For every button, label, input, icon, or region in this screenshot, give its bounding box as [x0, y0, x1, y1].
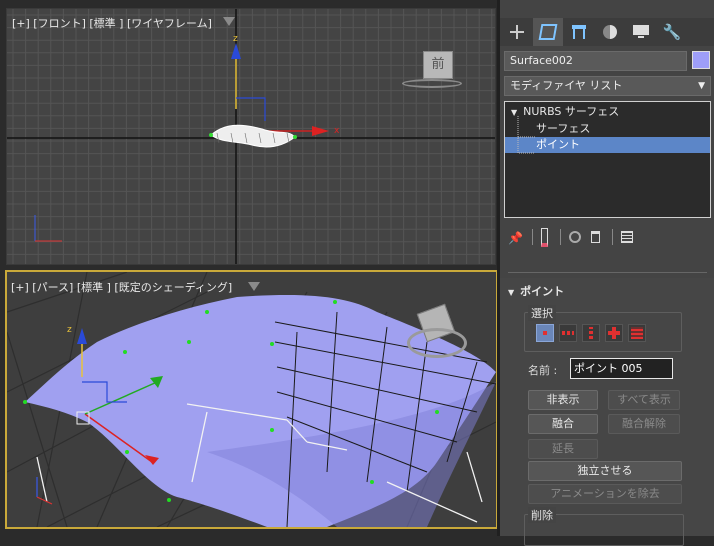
- collapse-triangle-icon: ▼: [508, 288, 515, 297]
- panel-resize-handle[interactable]: [508, 272, 707, 275]
- tripod-x: [36, 496, 53, 505]
- selection-group-label: 選択: [528, 305, 556, 321]
- remove-animation-button[interactable]: アニメーションを除去: [528, 484, 682, 504]
- control-point: [23, 400, 27, 404]
- point-name-field[interactable]: ポイント 005: [570, 358, 673, 379]
- make-independent-button[interactable]: 独立させる: [528, 461, 682, 481]
- command-panel-tabs: 🔧: [500, 18, 714, 46]
- tab-utilities[interactable]: 🔧: [657, 18, 687, 46]
- configure-sets-icon[interactable]: [621, 231, 633, 243]
- name-label: 名前 :: [528, 364, 558, 377]
- filter-icon[interactable]: [248, 282, 260, 291]
- tab-display[interactable]: [626, 18, 656, 46]
- plus-icon: [510, 25, 524, 39]
- gizmo-plane: [236, 97, 266, 121]
- control-point: [123, 350, 127, 354]
- point-grid-icon: [631, 327, 643, 339]
- wrench-icon: 🔧: [662, 23, 682, 41]
- unfuse-button[interactable]: 融合解除: [608, 414, 680, 434]
- stack-tree-lines: [517, 116, 535, 154]
- tab-create[interactable]: [502, 18, 532, 46]
- select-single-point-button[interactable]: [536, 324, 554, 342]
- control-point: [270, 428, 274, 432]
- select-row-column-button[interactable]: [605, 324, 623, 342]
- hierarchy-icon: [572, 25, 586, 39]
- tab-modify[interactable]: [533, 18, 563, 46]
- unhide-all-button[interactable]: すべて表示: [608, 390, 680, 410]
- extend-button[interactable]: 延長: [528, 439, 598, 459]
- viewcube[interactable]: [405, 303, 471, 360]
- control-point: [167, 498, 171, 502]
- motion-icon: [603, 25, 617, 39]
- modify-icon: [538, 24, 558, 40]
- gizmo-x-arrow: [312, 126, 329, 136]
- modifier-list-dropdown[interactable]: モディファイヤ リスト ▼: [504, 76, 711, 96]
- show-end-result-icon[interactable]: [541, 227, 548, 247]
- viewcube[interactable]: 前: [397, 49, 467, 94]
- chevron-down-icon: ▼: [698, 81, 705, 91]
- point-cross-icon: [608, 327, 620, 339]
- tab-hierarchy[interactable]: [564, 18, 594, 46]
- front-viewport-label[interactable]: [+] [フロント] [標準 ] [ワイヤフレーム]: [12, 15, 212, 31]
- make-unique-icon[interactable]: [569, 231, 581, 243]
- front-viewport[interactable]: zx [+] [フロント] [標準 ] [ワイヤフレーム] 前: [6, 8, 496, 265]
- control-point: [333, 300, 337, 304]
- point-row-icon: [562, 331, 574, 335]
- gizmo-z-label: z: [233, 34, 238, 44]
- gizmo-z-label: z: [67, 325, 72, 335]
- tab-motion[interactable]: [595, 18, 625, 46]
- delete-group-label: 削除: [528, 507, 556, 523]
- monitor-icon: [633, 25, 649, 39]
- select-row-button[interactable]: [559, 324, 577, 342]
- control-point: [270, 342, 274, 346]
- perspective-viewport[interactable]: z [+] [パース] [標準 ] [既定のシェーディング]: [5, 270, 498, 529]
- fuse-button[interactable]: 融合: [528, 414, 598, 434]
- pin-stack-icon[interactable]: 📌: [508, 231, 523, 245]
- hide-button[interactable]: 非表示: [528, 390, 598, 410]
- control-point: [205, 310, 209, 314]
- gizmo-z-arrow: [77, 328, 87, 344]
- point-column-icon: [589, 327, 593, 339]
- command-panel: 🔧 Surface002 モディファイヤ リスト ▼ ▼ NURBS サーフェス …: [500, 0, 714, 546]
- gizmo-x-label: x: [334, 126, 340, 136]
- control-point: [293, 135, 297, 139]
- trash-icon[interactable]: [591, 231, 600, 243]
- perspective-viewport-label[interactable]: [+] [パース] [標準 ] [既定のシェーディング]: [11, 279, 232, 295]
- stack-toolbar: 📌: [508, 227, 633, 247]
- select-column-button[interactable]: [582, 324, 600, 342]
- modifier-stack: ▼ NURBS サーフェス サーフェス ポイント: [504, 101, 711, 218]
- select-all-points-button[interactable]: [628, 324, 646, 342]
- control-point: [370, 480, 374, 484]
- modifier-list-label: モディファイヤ リスト: [510, 79, 623, 92]
- single-point-icon: [543, 331, 547, 335]
- rollout-header-point[interactable]: ▼ ポイント: [508, 283, 564, 299]
- viewcube-face[interactable]: 前: [423, 51, 453, 79]
- object-name-field[interactable]: Surface002: [504, 51, 687, 71]
- control-point: [187, 340, 191, 344]
- object-color-swatch[interactable]: [692, 51, 710, 69]
- filter-icon[interactable]: [223, 17, 235, 26]
- front-viewport-canvas[interactable]: zx: [7, 9, 495, 264]
- control-point: [125, 450, 129, 454]
- control-point: [209, 133, 213, 137]
- rollout-title: ポイント: [520, 285, 565, 298]
- control-point: [435, 410, 439, 414]
